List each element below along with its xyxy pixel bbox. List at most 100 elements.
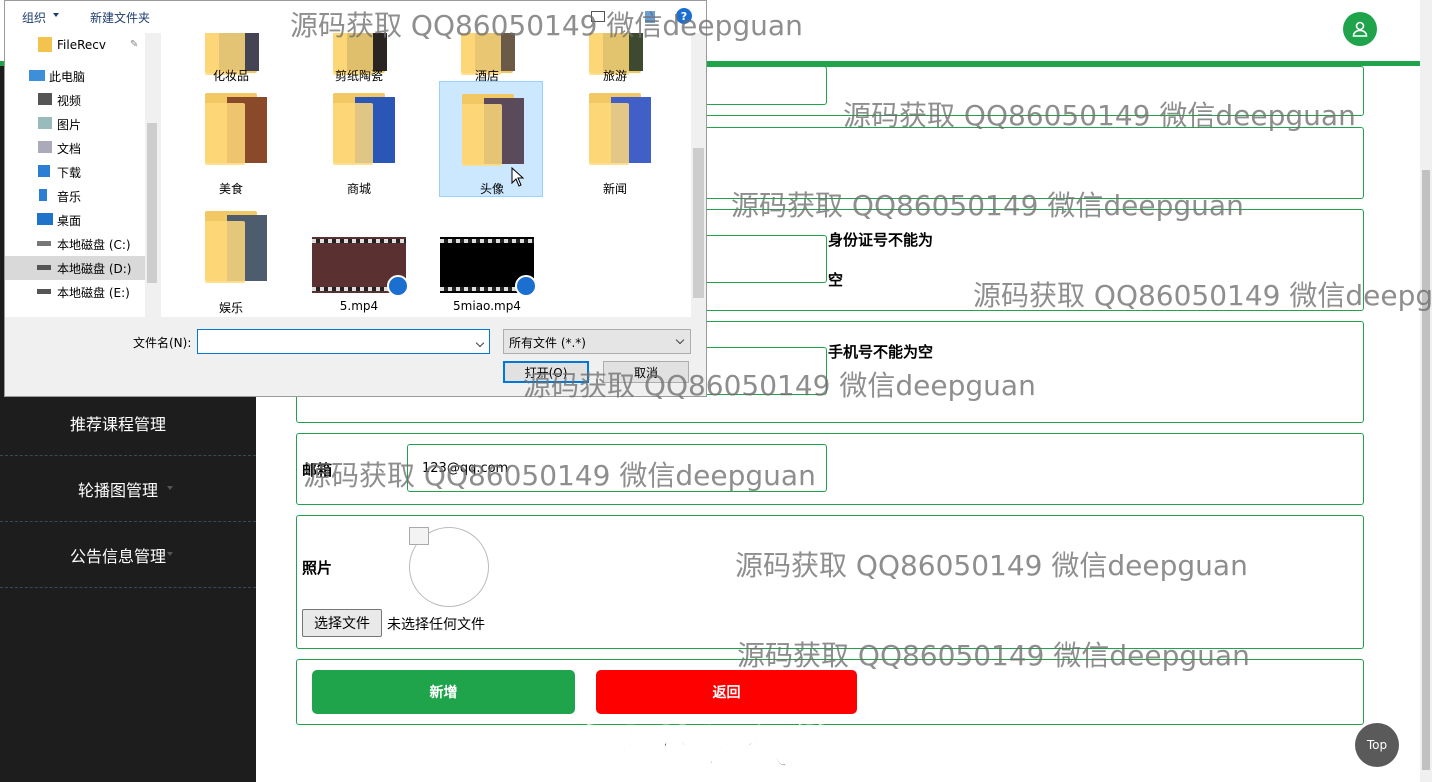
choose-file-button[interactable]: 选择文件 <box>302 609 382 637</box>
new-folder-button[interactable]: 新建文件夹 <box>90 9 150 26</box>
file-type-select[interactable]: 所有文件 (*.*) <box>503 329 691 354</box>
no-file-text: 未选择任何文件 <box>387 617 485 633</box>
nav-item-label: 下载 <box>57 165 82 180</box>
folder-item[interactable]: 新闻 <box>563 81 667 197</box>
chevron-down-icon <box>675 335 685 345</box>
file-list-scrollbar[interactable] <box>691 33 706 317</box>
sidebar-item-carousel[interactable]: 轮播图管理 <box>0 456 256 522</box>
film-strip <box>440 239 534 243</box>
preview-pane-icon[interactable] <box>645 11 655 23</box>
nav-item-label: 本地磁盘 (E:) <box>57 285 130 300</box>
file-name: 头像 <box>479 182 504 196</box>
video-file-item[interactable]: 5miao.mp4 <box>435 199 539 315</box>
filename-input[interactable] <box>197 329 490 354</box>
music-icon <box>39 189 47 201</box>
media-player-icon <box>515 275 537 297</box>
folder-item[interactable]: 商城 <box>307 81 411 197</box>
folder-front <box>205 103 245 165</box>
nav-item-label: FileRecv <box>57 38 106 52</box>
nav-item-label: 本地磁盘 (C:) <box>57 237 131 252</box>
video-file-item[interactable]: 5.mp4 <box>307 199 411 315</box>
email-value: 123@qq.com <box>422 461 509 476</box>
drive-icon <box>37 241 51 246</box>
film-strip <box>312 239 406 243</box>
watermark-banner: 专业毕设代做 <box>569 722 835 775</box>
sidebar-item-announcements[interactable]: 公告信息管理 <box>0 522 256 588</box>
nav-item-label: 本地磁盘 (D:) <box>57 261 132 276</box>
folder-item-selected[interactable]: 头像 <box>439 81 543 197</box>
user-icon <box>1352 21 1368 37</box>
drive-icon <box>37 289 51 294</box>
scrollbar-thumb[interactable] <box>693 148 704 298</box>
nav-scrollbar[interactable] <box>145 33 159 317</box>
scrollbar-thumb[interactable] <box>147 123 157 283</box>
chevron-down-icon[interactable] <box>475 338 485 348</box>
nav-item-pictures[interactable]: 图片 <box>5 112 145 136</box>
file-name: 5.mp4 <box>339 299 379 313</box>
chevron-down-icon <box>53 13 59 17</box>
cancel-button[interactable]: 取消 <box>603 361 689 383</box>
folder-front <box>205 221 245 283</box>
sidebar-item-label: 轮播图管理 <box>77 480 158 500</box>
desktop-icon <box>37 213 53 225</box>
nav-item-documents[interactable]: 文档 <box>5 136 145 160</box>
nav-item-this-pc[interactable]: 此电脑 <box>5 64 145 88</box>
sidebar-item-label: 公告信息管理 <box>69 546 166 566</box>
email-field[interactable]: 123@qq.com <box>407 444 827 492</box>
chevron-down-icon <box>167 552 173 556</box>
file-type-value: 所有文件 (*.*) <box>509 336 586 350</box>
folder-item[interactable]: 娱乐 <box>179 199 283 315</box>
view-options-icon[interactable] <box>591 11 605 22</box>
nav-item-desktop[interactable]: 桌面 <box>5 208 145 232</box>
add-button[interactable]: 新增 <box>312 670 575 714</box>
organize-menu[interactable]: 组织 <box>22 9 46 26</box>
file-open-dialog: 组织 新建文件夹 ? FileRecv ✎ 此电脑 视频 图片 文档 下载 音乐… <box>4 0 707 397</box>
nav-item-drive-d[interactable]: 本地磁盘 (D:) <box>5 256 145 280</box>
nav-item-downloads[interactable]: 下载 <box>5 160 145 184</box>
media-player-icon <box>387 275 409 297</box>
navigation-pane: FileRecv ✎ 此电脑 视频 图片 文档 下载 音乐 桌面 本地磁盘 (C… <box>5 33 159 317</box>
phone-error: 手机号不能为空 <box>828 343 934 361</box>
page-scrollbar[interactable] <box>1420 0 1432 782</box>
scrollbar-thumb[interactable] <box>1422 170 1430 770</box>
nav-item-drive-c[interactable]: 本地磁盘 (C:) <box>5 232 145 256</box>
sidebar-item-label: 推荐课程管理 <box>69 414 166 434</box>
email-label: 邮箱 <box>302 461 333 479</box>
folder-front <box>462 104 502 166</box>
filename-label: 文件名(N): <box>133 336 192 350</box>
nav-item-videos[interactable]: 视频 <box>5 88 145 112</box>
folder-icon <box>38 37 52 52</box>
file-name: 美食 <box>218 182 243 196</box>
nav-item-label: 图片 <box>57 117 82 132</box>
mouse-cursor-icon <box>511 167 525 187</box>
folder-item[interactable]: 美食 <box>179 81 283 197</box>
open-button[interactable]: 打开(O) <box>503 361 589 383</box>
computer-icon <box>29 70 45 81</box>
file-name: 娱乐 <box>218 301 243 315</box>
sidebar-item-recommended-courses[interactable]: 推荐课程管理 <box>0 390 256 456</box>
dialog-toolbar: 组织 新建文件夹 ? <box>5 1 706 33</box>
nav-item-label: 视频 <box>57 93 82 108</box>
file-list: 化妆品 剪纸陶瓷 酒店 旅游 美食 商城 头像 新闻 娱乐 5.mp4 5mia… <box>161 33 691 317</box>
nav-item-filerecv[interactable]: FileRecv ✎ <box>5 33 145 57</box>
pin-icon: ✎ <box>130 39 139 50</box>
download-icon <box>38 165 50 177</box>
nav-item-drive-e[interactable]: 本地磁盘 (E:) <box>5 280 145 304</box>
user-avatar[interactable] <box>1343 12 1377 46</box>
nav-item-label: 桌面 <box>57 213 82 228</box>
nav-item-label: 此电脑 <box>49 69 86 84</box>
folder-front <box>589 103 629 165</box>
broken-image-icon <box>409 527 429 545</box>
video-folder-icon <box>38 93 52 105</box>
drive-icon <box>37 265 51 270</box>
nav-item-music[interactable]: 音乐 <box>5 184 145 208</box>
file-name: 新闻 <box>602 182 627 196</box>
back-to-top-button[interactable]: Top <box>1355 723 1399 767</box>
file-name: 商城 <box>346 182 371 196</box>
photo-label: 照片 <box>302 559 333 577</box>
help-icon[interactable]: ? <box>676 8 692 24</box>
file-name: 5miao.mp4 <box>453 299 521 313</box>
folder-front <box>333 103 373 165</box>
back-button[interactable]: 返回 <box>596 670 857 714</box>
id-number-error: 身份证号不能为空 <box>828 231 934 289</box>
